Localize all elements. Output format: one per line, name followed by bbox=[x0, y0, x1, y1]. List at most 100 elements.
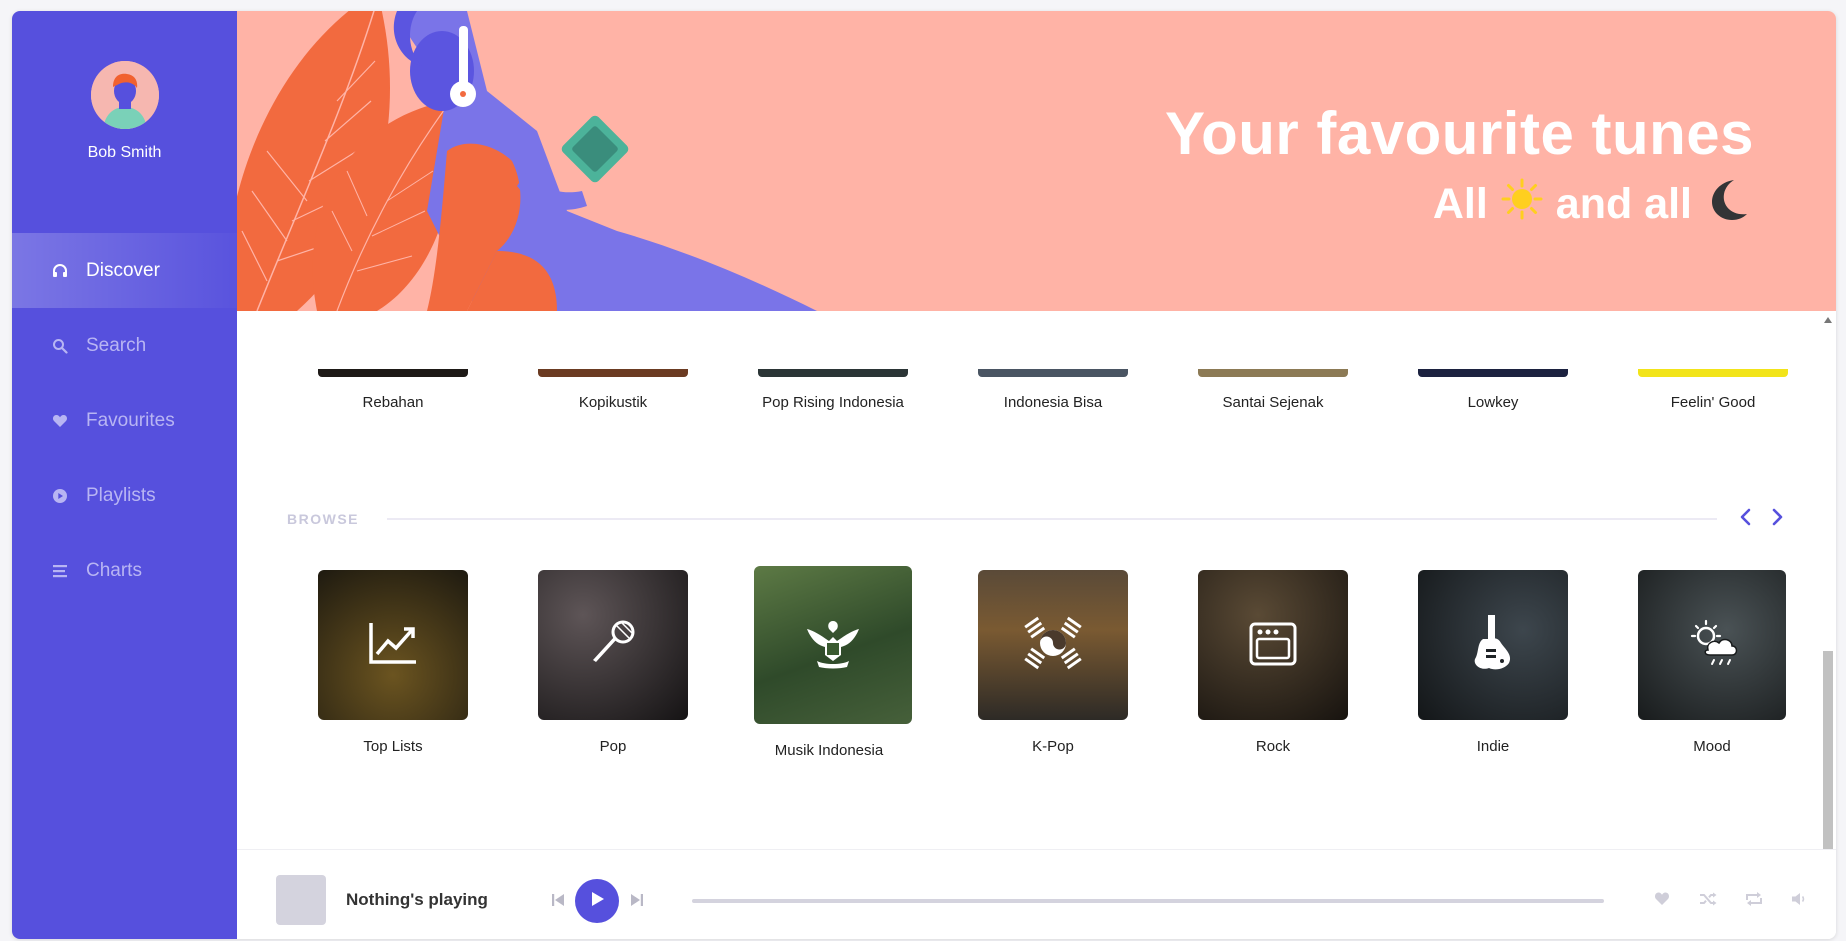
garuda-icon bbox=[803, 615, 863, 676]
playlist-card-rebahan[interactable]: Rebahan bbox=[318, 369, 468, 411]
browse-prev-button[interactable] bbox=[1734, 507, 1758, 531]
browse-label: Rock bbox=[1255, 738, 1291, 755]
sidebar-item-label: Favourites bbox=[86, 409, 175, 431]
browse-label: Musik Indonesia bbox=[774, 742, 884, 759]
playlist-card-pop-rising-indonesia[interactable]: Pop Rising Indonesia bbox=[758, 369, 908, 411]
browse-label: K-Pop bbox=[1032, 738, 1074, 755]
browse-tile[interactable] bbox=[1418, 570, 1568, 720]
like-button[interactable] bbox=[1653, 892, 1671, 910]
volume-button[interactable] bbox=[1790, 892, 1808, 910]
volume-icon bbox=[1791, 891, 1807, 912]
skip-previous-icon bbox=[551, 893, 565, 912]
playlist-label: Kopikustik bbox=[578, 394, 648, 411]
browse-tile[interactable] bbox=[978, 570, 1128, 720]
playlist-thumbnail[interactable] bbox=[1638, 369, 1788, 377]
track-cover bbox=[276, 875, 326, 925]
search-icon bbox=[50, 336, 70, 356]
banner-subtitle: All and all bbox=[1433, 176, 1750, 233]
sidebar-item-charts[interactable]: Charts bbox=[12, 533, 237, 608]
scrollbar-thumb[interactable] bbox=[1823, 651, 1833, 849]
repeat-button[interactable] bbox=[1744, 891, 1764, 912]
play-circle-icon bbox=[50, 486, 70, 506]
browse-label: Pop bbox=[599, 738, 627, 755]
browse-tile[interactable] bbox=[754, 566, 912, 724]
banner-title: Your favourite tunes bbox=[1165, 100, 1754, 167]
now-playing-title: Nothing's playing bbox=[346, 890, 488, 909]
repeat-icon bbox=[1745, 891, 1763, 912]
playlist-card-santai-sejenak[interactable]: Santai Sejenak bbox=[1198, 369, 1348, 411]
playlist-label: Pop Rising Indonesia bbox=[762, 394, 904, 411]
app-window: Bob Smith Discover Search Favourites Pla… bbox=[12, 11, 1836, 939]
chevron-right-icon bbox=[1770, 508, 1784, 531]
sidebar-item-search[interactable]: Search bbox=[12, 308, 237, 383]
browse-next-button[interactable] bbox=[1765, 507, 1789, 531]
browse-tile[interactable] bbox=[318, 570, 468, 720]
sidebar-item-playlists[interactable]: Playlists bbox=[12, 458, 237, 533]
heart-icon bbox=[50, 411, 70, 431]
taegeuk-icon bbox=[1018, 613, 1088, 678]
next-button[interactable] bbox=[629, 893, 645, 910]
username: Bob Smith bbox=[87, 144, 162, 161]
list-icon bbox=[50, 561, 70, 581]
guitar-icon bbox=[1471, 613, 1515, 678]
player-bar: Nothing's playing bbox=[237, 849, 1836, 939]
amplifier-icon bbox=[1248, 619, 1298, 672]
trending-chart-icon bbox=[368, 621, 418, 670]
moon-icon bbox=[1704, 176, 1750, 233]
playlist-label: Rebahan bbox=[362, 394, 424, 411]
sidebar: Bob Smith Discover Search Favourites Pla… bbox=[12, 11, 237, 939]
browse-card-pop[interactable]: Pop bbox=[538, 570, 688, 755]
browse-label: Top Lists bbox=[363, 738, 423, 755]
sidebar-item-label: Playlists bbox=[86, 484, 156, 506]
browse-label: Mood bbox=[1693, 738, 1731, 755]
sidebar-item-label: Search bbox=[86, 334, 147, 356]
sidebar-item-label: Charts bbox=[86, 559, 142, 581]
playlist-thumbnail[interactable] bbox=[758, 369, 908, 377]
previous-button[interactable] bbox=[550, 893, 566, 912]
playlist-label: Indonesia Bisa bbox=[1003, 394, 1103, 411]
scrollbar[interactable] bbox=[1820, 311, 1836, 849]
browse-tile[interactable] bbox=[1638, 570, 1786, 720]
playlist-card-indonesia-bisa[interactable]: Indonesia Bisa bbox=[978, 369, 1128, 411]
playlist-card-kopikustik[interactable]: Kopikustik bbox=[538, 369, 688, 411]
banner-illustration bbox=[237, 11, 817, 311]
sidebar-item-favourites[interactable]: Favourites bbox=[12, 383, 237, 458]
browse-card-indie[interactable]: Indie bbox=[1418, 570, 1568, 755]
browse-tile[interactable] bbox=[538, 570, 688, 720]
main-content: Rebahan Kopikustik Pop Rising Indonesia … bbox=[237, 311, 1836, 849]
shuffle-icon bbox=[1699, 891, 1717, 912]
progress-bar[interactable] bbox=[692, 899, 1604, 903]
playlist-thumbnail[interactable] bbox=[538, 369, 688, 377]
playlist-card-feelin-good[interactable]: Feelin' Good bbox=[1638, 369, 1788, 411]
playlist-label: Feelin' Good bbox=[1670, 394, 1756, 411]
browse-card-k-pop[interactable]: K-Pop bbox=[978, 570, 1128, 755]
browse-heading: BROWSE bbox=[287, 511, 359, 527]
browse-label: Indie bbox=[1476, 738, 1510, 755]
playlist-label: Lowkey bbox=[1467, 394, 1519, 411]
heart-icon bbox=[1654, 891, 1670, 911]
scroll-up-arrow[interactable] bbox=[1824, 317, 1832, 323]
banner-subtitle-prefix: All bbox=[1432, 180, 1488, 228]
sun-icon bbox=[1500, 177, 1544, 232]
browse-tile[interactable] bbox=[1198, 570, 1348, 720]
browse-card-rock[interactable]: Rock bbox=[1198, 570, 1348, 755]
play-button[interactable] bbox=[575, 879, 619, 923]
hero-banner: Your favourite tunes All and all bbox=[237, 11, 1836, 311]
sidebar-item-discover[interactable]: Discover bbox=[12, 233, 237, 308]
playlist-label: Santai Sejenak bbox=[1222, 394, 1324, 411]
avatar[interactable] bbox=[91, 61, 159, 129]
browse-card-mood[interactable]: Mood bbox=[1638, 570, 1786, 755]
playlist-thumbnail[interactable] bbox=[1418, 369, 1568, 377]
section-divider bbox=[387, 518, 1717, 520]
playlist-card-lowkey[interactable]: Lowkey bbox=[1418, 369, 1568, 411]
shuffle-button[interactable] bbox=[1698, 892, 1718, 910]
playlist-thumbnail[interactable] bbox=[318, 369, 468, 377]
browse-card-musik-indonesia[interactable]: Musik Indonesia bbox=[754, 566, 912, 759]
browse-card-top-lists[interactable]: Top Lists bbox=[318, 570, 468, 755]
headphones-icon bbox=[50, 261, 70, 281]
weather-icon bbox=[1684, 618, 1740, 673]
playlist-thumbnail[interactable] bbox=[1198, 369, 1348, 377]
banner-subtitle-middle: and all bbox=[1555, 180, 1692, 228]
microphone-icon bbox=[588, 618, 638, 673]
playlist-thumbnail[interactable] bbox=[978, 369, 1128, 377]
